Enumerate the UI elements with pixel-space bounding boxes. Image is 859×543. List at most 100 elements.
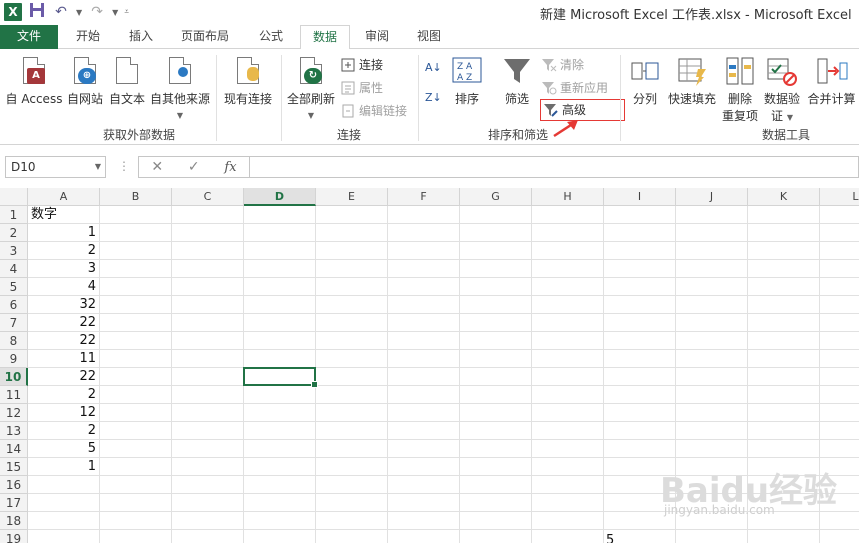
cell-header[interactable]: 数字 — [31, 206, 57, 224]
tab-data[interactable]: 数据 — [300, 25, 350, 50]
cell-value[interactable]: 12 — [28, 404, 96, 422]
cell-value[interactable]: 1 — [28, 224, 96, 242]
cell-value[interactable]: 2 — [28, 242, 96, 260]
row-header[interactable]: 17 — [0, 494, 28, 512]
row-header[interactable]: 16 — [0, 476, 28, 494]
tab-review[interactable]: 审阅 — [354, 25, 400, 49]
cell-value[interactable]: 22 — [28, 332, 96, 350]
sort-descending-button[interactable]: Z↓ — [425, 91, 442, 104]
sort-button[interactable]: Z AA Z 排序 — [448, 55, 486, 107]
from-access-button[interactable]: A 自 Access — [4, 55, 64, 107]
refresh-all-button[interactable]: ↻ 全部刷新 ▼ — [285, 55, 337, 121]
cell-value[interactable]: 4 — [28, 278, 96, 296]
gridline — [28, 277, 859, 278]
cell-value[interactable]: 3 — [28, 260, 96, 278]
column-header[interactable]: K — [748, 188, 820, 206]
from-other-label: 自其他来源 — [149, 92, 210, 106]
row-header[interactable]: 14 — [0, 440, 28, 458]
row-header[interactable]: 5 — [0, 278, 28, 296]
column-header[interactable]: E — [316, 188, 388, 206]
tab-page-layout[interactable]: 页面布局 — [172, 25, 238, 49]
select-all-corner[interactable] — [0, 188, 28, 206]
group-label-data-tools: 数据工具 — [762, 128, 811, 142]
row-header[interactable]: 3 — [0, 242, 28, 260]
active-cell[interactable] — [243, 367, 318, 388]
row-header[interactable]: 18 — [0, 512, 28, 530]
cell-value[interactable]: 22 — [28, 368, 96, 386]
formula-bar-grip-icon[interactable]: ⋮ — [118, 159, 130, 173]
column-header[interactable]: H — [532, 188, 604, 206]
row-header[interactable]: 6 — [0, 296, 28, 314]
column-header[interactable]: J — [676, 188, 748, 206]
row-header[interactable]: 2 — [0, 224, 28, 242]
gridline — [28, 331, 859, 332]
column-header[interactable]: B — [100, 188, 172, 206]
from-web-button[interactable]: ⊕ 自网站 — [65, 55, 105, 107]
cell-value[interactable]: 2 — [28, 422, 96, 440]
cell-value[interactable]: 1 — [28, 458, 96, 476]
name-box[interactable]: D10 ▼ — [5, 156, 106, 178]
tab-view[interactable]: 视图 — [406, 25, 452, 49]
row-header[interactable]: 1 — [0, 206, 28, 224]
row-header[interactable]: 19 — [0, 530, 28, 543]
data-validation-label-2: 证 — [771, 109, 784, 123]
filter-button[interactable]: 筛选 — [498, 55, 536, 107]
connections-button[interactable]: 连接 — [340, 56, 383, 73]
consolidate-button[interactable]: 合并计算 — [804, 55, 859, 107]
insert-function-icon[interactable]: fx — [224, 160, 236, 175]
column-header[interactable]: A — [28, 188, 100, 206]
formula-input[interactable] — [249, 156, 859, 178]
reapply-button[interactable]: 重新应用 — [541, 79, 608, 96]
save-icon[interactable] — [28, 2, 46, 22]
column-header[interactable]: I — [604, 188, 676, 206]
data-validation-button[interactable]: 数据验 证 ▼ — [762, 55, 802, 124]
from-other-sources-button[interactable]: 自其他来源 ▼ — [149, 55, 211, 121]
existing-connections-button[interactable]: 现有连接 — [222, 55, 274, 107]
column-header[interactable]: C — [172, 188, 244, 206]
column-header[interactable]: L — [820, 188, 859, 206]
tab-file[interactable]: 文件 — [0, 25, 58, 49]
cell-value[interactable]: 32 — [28, 296, 96, 314]
tab-insert[interactable]: 插入 — [116, 25, 166, 49]
undo-dropdown-icon[interactable]: ▼ — [76, 8, 82, 17]
dropdown-caret-icon: ▼ — [307, 111, 315, 120]
row-header[interactable]: 13 — [0, 422, 28, 440]
row-header[interactable]: 9 — [0, 350, 28, 368]
cell-value[interactable]: 2 — [28, 386, 96, 404]
customize-qat-icon[interactable]: ⩡ — [124, 7, 129, 17]
sort-ascending-button[interactable]: A↓ — [425, 61, 442, 74]
text-to-columns-button[interactable]: 分列 — [628, 55, 662, 107]
column-header[interactable]: F — [388, 188, 460, 206]
row-header[interactable]: 12 — [0, 404, 28, 422]
dropdown-caret-icon: ▼ — [176, 111, 184, 120]
undo-icon[interactable]: ↶ — [52, 4, 70, 20]
gridline — [28, 529, 859, 530]
remove-duplicates-button[interactable]: 删除 重复项 — [720, 55, 760, 124]
redo-icon[interactable]: ↷ — [88, 4, 106, 20]
column-header[interactable]: D — [244, 188, 316, 206]
from-text-button[interactable]: 自文本 — [107, 55, 147, 107]
row-header[interactable]: 15 — [0, 458, 28, 476]
row-header[interactable]: 11 — [0, 386, 28, 404]
clear-button[interactable]: 清除 — [541, 56, 584, 73]
row-header[interactable]: 10 — [0, 368, 28, 386]
enter-check-icon[interactable]: ✓ — [188, 159, 200, 175]
cancel-icon[interactable]: ✕ — [151, 159, 163, 175]
ribbon-separator — [216, 55, 217, 141]
cell-value[interactable]: 22 — [28, 314, 96, 332]
tab-formulas[interactable]: 公式 — [248, 25, 294, 49]
column-header[interactable]: G — [460, 188, 532, 206]
row-header[interactable]: 4 — [0, 260, 28, 278]
redo-dropdown-icon[interactable]: ▼ — [112, 8, 118, 17]
flash-fill-button[interactable]: 快速填充 — [666, 55, 718, 107]
tab-home[interactable]: 开始 — [64, 25, 112, 49]
group-label-sort-filter: 排序和筛选 — [488, 128, 549, 142]
name-box-dropdown-icon[interactable]: ▼ — [95, 157, 101, 177]
cell-value[interactable]: 5 — [606, 532, 614, 543]
properties-button[interactable]: 属性 — [340, 79, 383, 96]
cell-value[interactable]: 11 — [28, 350, 96, 368]
row-header[interactable]: 7 — [0, 314, 28, 332]
row-header[interactable]: 8 — [0, 332, 28, 350]
edit-links-button[interactable]: 编辑链接 — [340, 102, 407, 119]
cell-value[interactable]: 5 — [28, 440, 96, 458]
